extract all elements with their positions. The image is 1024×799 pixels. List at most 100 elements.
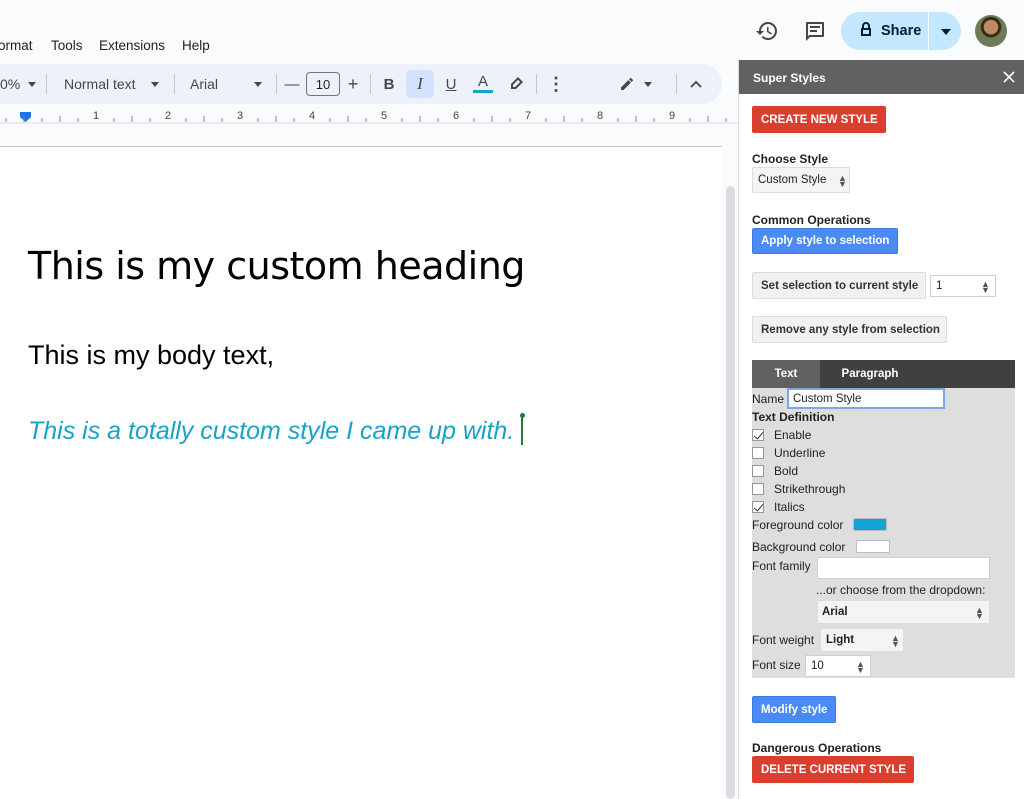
- tab-paragraph[interactable]: Paragraph: [820, 360, 920, 388]
- toolbar-divider: [536, 74, 537, 94]
- choose-style-select[interactable]: Custom Style ▲ ▼: [752, 167, 850, 193]
- dangerous-operations-label: Dangerous Operations: [752, 741, 882, 755]
- strikethrough-checkbox-row[interactable]: Strikethrough: [752, 481, 845, 497]
- name-label: Name: [752, 392, 785, 406]
- style-name-input[interactable]: Custom Style: [787, 388, 945, 409]
- underline-checkbox-row[interactable]: Underline: [752, 445, 825, 461]
- formatting-toolbar: 0% Normal text Arial — 10 + B I U A ⋮: [0, 64, 722, 104]
- first-line-indent-marker: [20, 112, 31, 114]
- dropdown-hint: ...or choose from the dropdown:: [816, 583, 986, 597]
- zoom-select[interactable]: 0%: [0, 76, 20, 92]
- font-size-input[interactable]: 10: [306, 72, 340, 96]
- app-header: ormat Tools Extensions Help Share: [0, 0, 1024, 62]
- italics-checkbox[interactable]: [752, 501, 764, 513]
- bold-button[interactable]: B: [375, 70, 403, 98]
- more-options-button[interactable]: ⋮: [542, 70, 570, 98]
- set-selection-button[interactable]: Set selection to current style: [752, 272, 926, 299]
- indent-marker-icon: [20, 114, 31, 122]
- ruler-number: 1: [93, 110, 100, 122]
- ruler-number: 7: [525, 110, 532, 122]
- strikethrough-checkbox[interactable]: [752, 483, 764, 495]
- strikethrough-label: Strikethrough: [774, 482, 846, 496]
- font-size-input[interactable]: 10 ▲ ▼: [805, 655, 871, 677]
- chevron-down-icon: [940, 22, 951, 40]
- tab-bar: Text Paragraph: [752, 360, 1015, 388]
- italic-button[interactable]: I: [406, 70, 434, 98]
- history-icon[interactable]: [755, 19, 779, 43]
- lock-icon: [859, 21, 873, 41]
- underline-checkbox[interactable]: [752, 447, 764, 459]
- updown-icon: ▲ ▼: [975, 605, 984, 621]
- highlight-icon[interactable]: [502, 70, 530, 98]
- toolbar-divider: [174, 74, 175, 94]
- updown-icon: ▲ ▼: [838, 173, 847, 189]
- document-heading[interactable]: This is my custom heading: [28, 244, 525, 288]
- enable-checkbox[interactable]: [752, 429, 764, 441]
- underline-button[interactable]: U: [437, 70, 465, 98]
- font-dropdown[interactable]: Arial ▲ ▼: [817, 600, 990, 624]
- background-color-label: Background color: [752, 540, 846, 554]
- ruler[interactable]: 1 2 3 4 5 6 7 8 9: [0, 108, 738, 132]
- choose-style-label: Choose Style: [752, 152, 829, 166]
- zoom-caret-icon: [28, 82, 36, 87]
- stepper-icon[interactable]: ▲ ▼: [981, 280, 990, 295]
- foreground-color-label: Foreground color: [752, 518, 844, 532]
- font-select[interactable]: Arial: [190, 76, 218, 92]
- increase-font-size-button[interactable]: +: [339, 70, 367, 98]
- updown-icon: ▲ ▼: [891, 633, 900, 649]
- share-button[interactable]: Share: [841, 12, 961, 50]
- share-main-button[interactable]: Share: [841, 12, 929, 50]
- background-color-swatch[interactable]: [856, 540, 890, 553]
- bold-checkbox-row[interactable]: Bold: [752, 463, 798, 479]
- collapse-toolbar-button[interactable]: [682, 70, 710, 98]
- close-icon[interactable]: [1001, 69, 1017, 85]
- scrollbar-thumb[interactable]: [726, 186, 735, 799]
- text-cursor: [521, 416, 523, 445]
- paragraph-style-select[interactable]: Normal text: [64, 76, 136, 92]
- set-selection-number-input[interactable]: 1 ▲ ▼: [930, 275, 996, 297]
- choose-style-value: Custom Style: [758, 174, 827, 186]
- delete-style-button[interactable]: DELETE CURRENT STYLE: [752, 756, 914, 783]
- editing-mode-caret-icon: [644, 82, 652, 87]
- comment-icon[interactable]: [803, 19, 827, 43]
- menu-help[interactable]: Help: [182, 38, 210, 53]
- font-family-input[interactable]: [817, 557, 990, 579]
- text-color-button[interactable]: A: [469, 70, 497, 98]
- decrease-font-size-button[interactable]: —: [278, 70, 306, 98]
- font-weight-value: Light: [826, 634, 855, 646]
- document-custom-styled-text[interactable]: This is a totally custom style I came up…: [28, 417, 514, 446]
- style-name-value: Custom Style: [793, 392, 862, 405]
- ruler-number: 3: [237, 110, 244, 122]
- bold-label: Bold: [774, 464, 799, 478]
- ruler-number: 9: [669, 110, 676, 122]
- italics-checkbox-row[interactable]: Italics: [752, 499, 805, 515]
- toolbar-divider: [276, 74, 277, 94]
- menu-tools[interactable]: Tools: [51, 38, 83, 53]
- remove-style-button[interactable]: Remove any style from selection: [752, 316, 947, 343]
- share-dropdown-button[interactable]: [930, 12, 961, 50]
- stepper-icon[interactable]: ▲ ▼: [856, 660, 865, 675]
- document-body-text[interactable]: This is my body text,: [28, 340, 274, 371]
- tab-text[interactable]: Text: [752, 360, 820, 388]
- font-weight-label: Font weight: [752, 633, 815, 647]
- panel-header: Super Styles: [739, 60, 1024, 94]
- menu-extensions[interactable]: Extensions: [99, 38, 165, 53]
- common-operations-label: Common Operations: [752, 213, 871, 227]
- font-weight-select[interactable]: Light ▲ ▼: [820, 628, 904, 652]
- font-caret-icon: [254, 82, 262, 87]
- ruler-number: 2: [165, 110, 172, 122]
- ruler-number: 6: [453, 110, 460, 122]
- toolbar-divider: [676, 74, 677, 94]
- create-new-style-button[interactable]: CREATE NEW STYLE: [752, 106, 886, 133]
- editing-mode-icon[interactable]: [613, 70, 641, 98]
- apply-style-button[interactable]: Apply style to selection: [752, 228, 898, 254]
- avatar[interactable]: [975, 15, 1007, 47]
- modify-style-button[interactable]: Modify style: [752, 696, 836, 723]
- menu-format[interactable]: ormat: [0, 38, 33, 53]
- foreground-color-swatch[interactable]: [853, 518, 887, 531]
- toolbar-divider: [370, 74, 371, 94]
- enable-checkbox-row[interactable]: Enable: [752, 427, 811, 443]
- set-selection-number-value: 1: [936, 280, 943, 292]
- bold-checkbox[interactable]: [752, 465, 764, 477]
- font-size-label: Font size: [752, 658, 801, 672]
